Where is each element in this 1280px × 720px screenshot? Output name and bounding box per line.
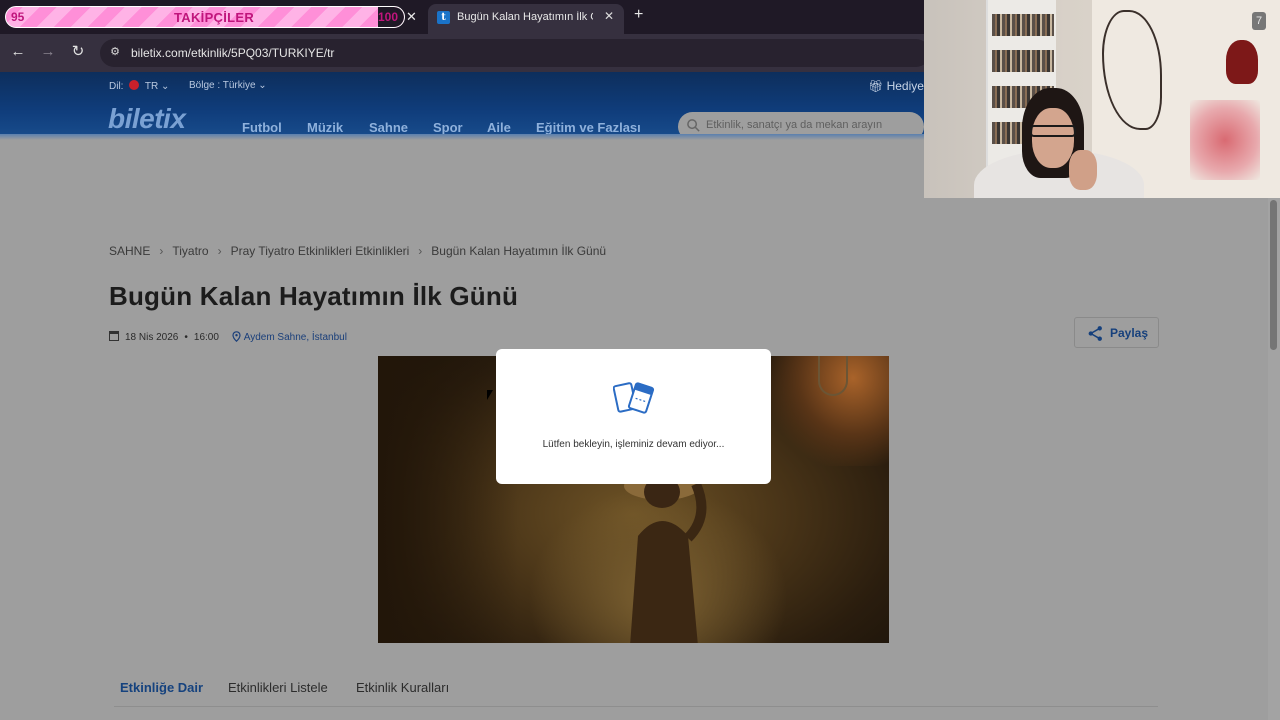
bookshelf-row: [992, 50, 1054, 72]
tab-active[interactable]: t Bugün Kalan Hayatımın İlk Günü ✕: [428, 4, 624, 34]
loading-message: Lütfen bekleyin, işleminiz devam ediyor.…: [542, 439, 725, 450]
gift-link[interactable]: 🎁︎ Hediye: [868, 79, 924, 93]
biletix-logo[interactable]: biletix: [108, 105, 186, 133]
overlay-label: TAKİPÇİLER: [174, 10, 255, 25]
mouse-cursor: [487, 390, 493, 400]
webcam-badge: 7: [1252, 12, 1266, 30]
tab-title: Bugün Kalan Hayatımın İlk Günü: [457, 11, 593, 23]
calendar-icon: [109, 331, 119, 341]
gift-icon: 🎁︎: [868, 79, 887, 93]
mural-handprint: [1226, 40, 1258, 84]
share-label: Paylaş: [1110, 326, 1149, 340]
streamer-glasses: [1030, 125, 1076, 137]
search-icon: [687, 119, 700, 132]
chevron-down-icon: ⌄: [160, 81, 170, 92]
webcam-overlay: 7: [924, 0, 1280, 198]
scrollbar-thumb[interactable]: [1270, 200, 1277, 350]
tickets-icon: [613, 382, 655, 414]
language-value: TR: [144, 81, 159, 92]
breadcrumb-separator: ›: [418, 244, 423, 258]
breadcrumb-item-tiyatro[interactable]: Tiyatro: [172, 244, 208, 258]
nav-item-muzik[interactable]: Müzik: [307, 120, 343, 135]
url-text: biletix.com/etkinlik/5PQ03/TURKIYE/tr: [131, 46, 335, 60]
overlay-goal-count: 100: [377, 10, 398, 24]
page-title: Bugün Kalan Hayatımın İlk Günü: [109, 281, 519, 311]
nav-item-sahne[interactable]: Sahne: [369, 120, 408, 135]
favicon-icon: t: [437, 11, 450, 24]
page-scrollbar[interactable]: [1268, 198, 1280, 720]
event-time: 16:00: [193, 332, 219, 343]
nav-item-aile[interactable]: Aile: [487, 120, 511, 135]
event-date: 18 Nis 2026: [125, 332, 179, 343]
separator-dot: •: [184, 332, 188, 343]
new-tab-icon[interactable]: +: [634, 6, 643, 24]
venue-link[interactable]: Aydem Sahne, İstanbul: [244, 332, 347, 343]
share-button[interactable]: Paylaş: [1074, 317, 1159, 348]
nav-item-spor[interactable]: Spor: [433, 120, 463, 135]
tab-etkinlikleri-listele[interactable]: Etkinlikleri Listele: [228, 680, 328, 695]
nav-item-futbol[interactable]: Futbol: [242, 120, 282, 135]
streamer-face: [1032, 108, 1074, 168]
bookshelf-row: [992, 14, 1054, 36]
search-input[interactable]: [706, 119, 921, 131]
chevron-down-icon: ⌄: [258, 80, 267, 91]
divider: [114, 706, 1158, 707]
breadcrumb-separator: ›: [159, 244, 164, 258]
mural-paint: [1190, 100, 1260, 180]
location-pin-icon: [232, 331, 241, 342]
gift-label: Hediye: [886, 79, 924, 93]
forward-icon[interactable]: →: [39, 43, 57, 61]
breadcrumb-item-current: Bugün Kalan Hayatımın İlk Günü: [431, 244, 607, 258]
overlay-current-count: 95: [11, 10, 25, 24]
tab-etkinlige-dair[interactable]: Etkinliğe Dair: [120, 680, 203, 695]
breadcrumb: SAHNE › Tiyatro › Pray Tiyatro Etkinlikleri …: [109, 244, 606, 258]
tab-etkinlik-kurallari[interactable]: Etkinlik Kuralları: [356, 680, 449, 695]
breadcrumb-item-organizer[interactable]: Pray Tiyatro Etkinlikleri Etkinlikleri: [231, 244, 410, 258]
breadcrumb-separator: ›: [217, 244, 222, 258]
streamer-hand: [1069, 150, 1097, 190]
reload-icon[interactable]: ↻: [69, 43, 87, 61]
site-info-icon[interactable]: ⚙: [108, 45, 122, 59]
search-box: [678, 112, 924, 141]
screen: 95 TAKİPÇİLER 100 ✕ t Bugün Kalan Hayatı…: [0, 0, 1280, 720]
poster-noose: [818, 356, 848, 396]
streamer: [974, 80, 1144, 198]
language-selector[interactable]: Dil: TR ⌄: [109, 80, 169, 92]
loading-dialog: Lütfen bekleyin, işleminiz devam ediyor.…: [496, 349, 771, 484]
region-selector[interactable]: Bölge : Türkiye ⌄: [189, 80, 267, 91]
breadcrumb-item-sahne[interactable]: SAHNE: [109, 244, 150, 258]
tab-close-icon[interactable]: ✕: [604, 9, 614, 23]
follower-goal-overlay: 95 TAKİPÇİLER 100: [5, 6, 405, 28]
turkey-flag-icon: [129, 80, 140, 90]
region-label: Bölge : Türkiye: [189, 80, 256, 91]
back-icon[interactable]: ←: [9, 43, 27, 61]
nav-item-egitim[interactable]: Eğitim ve Fazlası: [536, 120, 641, 135]
event-meta: 18 Nis 2026 • 16:00 Aydem Sahne, İstanbul: [109, 331, 347, 343]
close-icon[interactable]: ✕: [406, 9, 417, 25]
address-bar[interactable]: ⚙ biletix.com/etkinlik/5PQ03/TURKIYE/tr: [100, 39, 930, 67]
share-icon: [1088, 326, 1102, 341]
language-label: Dil:: [109, 81, 124, 92]
